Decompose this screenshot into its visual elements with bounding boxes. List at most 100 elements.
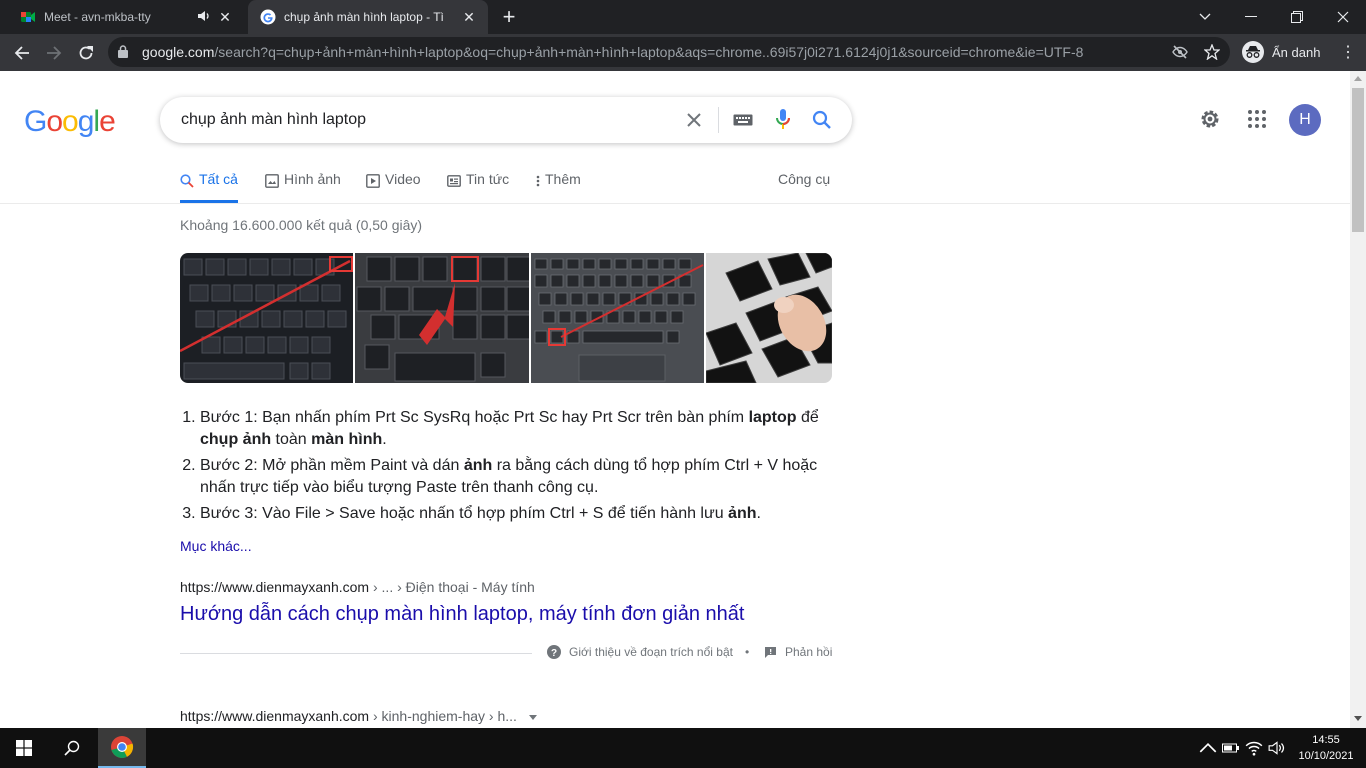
microphone-icon xyxy=(776,109,790,129)
page-scrollbar[interactable] xyxy=(1350,71,1366,728)
tab-news[interactable]: Tin tức xyxy=(447,171,509,203)
url-path: /search?q=chụp+ảnh+màn+hình+laptop&oq=ch… xyxy=(214,44,1084,60)
featured-snippet-steps: Bước 1: Bạn nhấn phím Prt Sc SysRq hoặc … xyxy=(180,407,820,529)
keyboard-image-1[interactable] xyxy=(180,253,354,383)
restore-icon xyxy=(1291,11,1303,23)
feedback-button[interactable]: Phản hồi xyxy=(764,645,832,659)
svg-text:?: ? xyxy=(551,648,557,659)
snippet-step: Bước 1: Bạn nhấn phím Prt Sc SysRq hoặc … xyxy=(200,407,820,451)
search-icon xyxy=(812,110,831,129)
snippet-divider xyxy=(180,653,532,654)
kebab-menu-icon[interactable]: ⋮ xyxy=(1340,42,1356,62)
voice-search-button[interactable] xyxy=(771,108,795,132)
image-icon xyxy=(265,174,279,188)
clear-search-button[interactable] xyxy=(682,108,706,132)
close-tab-icon[interactable]: ✕ xyxy=(216,8,234,26)
volume-icon[interactable] xyxy=(1268,740,1286,756)
snippet-step: Bước 2: Mở phần mềm Paint và dán ảnh ra … xyxy=(200,455,820,499)
keyboard-image-2[interactable] xyxy=(355,253,529,383)
star-icon[interactable] xyxy=(1204,44,1220,60)
result-url-host: https://www.dienmayxanh.com xyxy=(180,579,370,595)
dot-separator: • xyxy=(745,645,750,659)
close-window-button[interactable] xyxy=(1320,0,1366,34)
taskbar-chrome-button[interactable] xyxy=(98,728,146,768)
tab-images[interactable]: Hình ảnh xyxy=(265,171,341,203)
search-icon xyxy=(180,174,194,188)
search-button[interactable] xyxy=(810,108,834,132)
result-url[interactable]: https://www.dienmayxanh.com › ... › Điện… xyxy=(180,579,535,595)
incognito-label: Ẩn danh xyxy=(1272,44,1321,60)
speaker-icon[interactable] xyxy=(196,8,212,24)
browser-tab-meet[interactable]: Meet - avn-mkba-tty ✕ xyxy=(8,0,244,34)
incognito-indicator[interactable]: Ẩn danh xyxy=(1238,39,1330,65)
forward-button[interactable] xyxy=(40,39,68,67)
result-url-path: › ... › Điện thoại - Máy tính xyxy=(369,579,535,595)
google-favicon-icon xyxy=(260,9,276,25)
tab-label: Thêm xyxy=(545,171,581,187)
arrow-left-icon xyxy=(14,46,29,60)
close-icon xyxy=(1337,11,1349,23)
tab-search-button[interactable] xyxy=(1182,0,1228,34)
taskbar-clock[interactable]: 14:55 10/10/2021 xyxy=(1290,732,1362,764)
snippet-text: . xyxy=(382,431,387,448)
snippet-text: toàn xyxy=(271,431,312,448)
lock-icon[interactable] xyxy=(118,45,128,58)
minimize-button[interactable] xyxy=(1228,0,1274,34)
keyboard-image-3[interactable] xyxy=(530,253,705,383)
google-apps-button[interactable] xyxy=(1245,107,1269,131)
scroll-down-icon[interactable] xyxy=(1354,716,1362,721)
chevron-up-icon[interactable] xyxy=(1199,740,1217,756)
result-url-path: › kinh-nghiem-hay › h... xyxy=(369,708,517,724)
more-items-link[interactable]: Mục khác... xyxy=(180,538,252,554)
battery-icon[interactable] xyxy=(1222,740,1240,756)
start-button[interactable] xyxy=(0,728,48,768)
search-box-divider xyxy=(718,107,719,133)
snippet-text: Bước 1: Bạn nhấn phím Prt Sc SysRq hoặc … xyxy=(200,409,749,426)
tab-label: Video xyxy=(385,171,421,187)
more-vertical-icon xyxy=(536,175,540,187)
keyboard-image-4[interactable] xyxy=(706,253,832,383)
minimize-icon xyxy=(1245,16,1257,17)
wifi-icon[interactable] xyxy=(1245,740,1263,756)
tab-more[interactable]: Thêm xyxy=(536,171,581,203)
new-tab-button[interactable]: + xyxy=(498,6,520,28)
address-toolbar: google.com/search?q=chụp+ảnh+màn+hình+la… xyxy=(0,34,1366,71)
tab-title: chụp ảnh màn hình laptop - Tìm xyxy=(284,10,444,24)
result-url-host: https://www.dienmayxanh.com xyxy=(180,708,370,724)
feedback-label: Phản hồi xyxy=(785,645,833,659)
snippet-highlight: màn hình xyxy=(311,431,383,448)
tab-all[interactable]: Tất cả xyxy=(180,171,238,203)
caret-down-icon[interactable] xyxy=(528,715,537,721)
tab-label: Tất cả xyxy=(199,171,238,187)
close-tab-icon[interactable]: ✕ xyxy=(460,8,478,26)
result-title-link[interactable]: Hướng dẫn cách chụp màn hình laptop, máy… xyxy=(180,603,744,626)
google-logo[interactable]: Google xyxy=(24,105,116,139)
tools-button[interactable]: Công cụ xyxy=(778,171,830,187)
taskbar-search-button[interactable] xyxy=(48,728,96,768)
feedback-icon xyxy=(765,646,776,658)
clock-time: 14:55 xyxy=(1312,734,1340,746)
omnibox[interactable]: google.com/search?q=chụp+ảnh+màn+hình+la… xyxy=(108,37,1230,67)
browser-tab-search[interactable]: chụp ảnh màn hình laptop - Tìm ✕ xyxy=(248,0,488,34)
account-avatar[interactable]: H xyxy=(1289,104,1321,136)
back-button[interactable] xyxy=(8,39,36,67)
reload-button[interactable] xyxy=(72,39,100,67)
chrome-icon xyxy=(111,736,134,758)
scrollbar-thumb[interactable] xyxy=(1352,88,1364,232)
tracking-blocked-eye-icon[interactable] xyxy=(1172,44,1188,60)
snippet-highlight: ảnh xyxy=(463,457,493,474)
header-divider xyxy=(0,203,1350,204)
windows-logo-icon xyxy=(16,740,32,756)
result-url[interactable]: https://www.dienmayxanh.com › kinh-nghie… xyxy=(180,708,537,724)
clock-date: 10/10/2021 xyxy=(1298,750,1354,762)
search-input[interactable]: chụp ảnh màn hình laptop xyxy=(181,111,366,129)
keyboard-button[interactable] xyxy=(731,108,755,132)
scroll-up-icon[interactable] xyxy=(1354,76,1362,81)
restore-button[interactable] xyxy=(1274,0,1320,34)
settings-button[interactable] xyxy=(1198,107,1222,131)
snippet-text: để xyxy=(796,409,819,426)
about-snippet-button[interactable]: ? Giới thiệu về đoạn trích nổi bật xyxy=(547,645,733,659)
incognito-icon xyxy=(1242,41,1264,63)
search-box[interactable]: chụp ảnh màn hình laptop xyxy=(160,97,852,143)
tab-video[interactable]: Video xyxy=(366,171,421,203)
